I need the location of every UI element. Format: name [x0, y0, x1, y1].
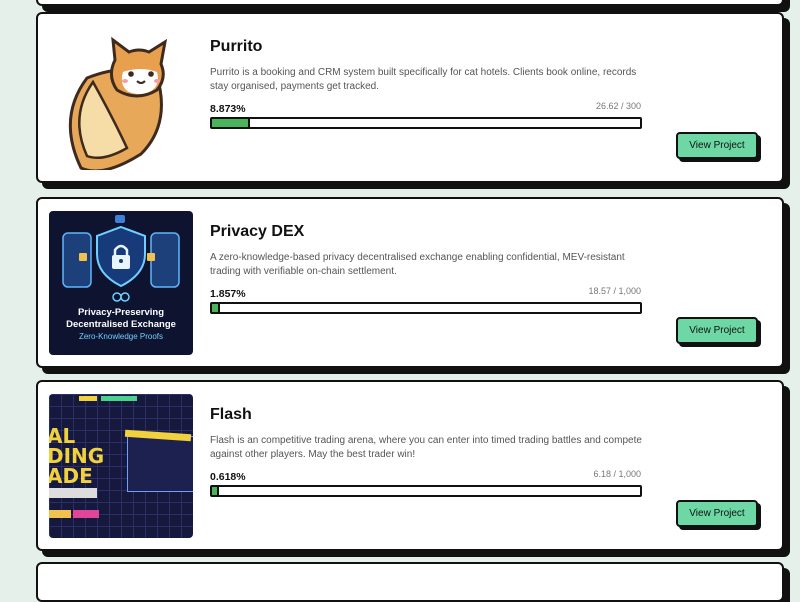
- flash-headline-1: AL: [49, 424, 76, 448]
- image-caption-line3: Zero-Knowledge Proofs: [78, 332, 164, 341]
- funding-percent: 8.873%: [210, 103, 246, 115]
- project-card-purrito: Purrito Purrito is a booking and CRM sys…: [36, 12, 784, 183]
- funding-amount: 6.18 / 1,000: [593, 469, 641, 479]
- project-title: Purrito: [210, 38, 263, 55]
- funding-progress-fill: [212, 487, 219, 495]
- funding-amount: 18.57 / 1,000: [588, 286, 641, 296]
- funding-progress-bar: [210, 485, 642, 497]
- funding-percent: 0.618%: [210, 471, 246, 483]
- project-card-flash: AL DING ADE Flash Flash is an competitiv…: [36, 380, 784, 551]
- funding-progress-fill: [212, 304, 220, 312]
- project-title: Privacy DEX: [210, 223, 305, 240]
- flash-headline-3: ADE: [49, 464, 93, 488]
- project-description: Purrito is a booking and CRM system buil…: [210, 67, 637, 92]
- project-card-previous: [36, 0, 784, 6]
- funding-amount: 26.62 / 300: [595, 101, 641, 111]
- flash-headline-2: DING: [49, 444, 105, 468]
- funding-progress-bar: [210, 117, 642, 129]
- view-project-button[interactable]: View Project: [676, 132, 758, 159]
- funding-percent: 1.857%: [210, 288, 246, 300]
- project-description: Flash is an competitive trading arena, w…: [210, 435, 642, 460]
- project-description: A zero-knowledge-based privacy decentral…: [210, 252, 625, 277]
- image-caption-line2: Decentralised Exchange: [66, 319, 176, 330]
- flash-image: AL DING ADE: [49, 394, 193, 538]
- privacy-dex-image: Privacy-Preserving Decentralised Exchang…: [49, 211, 193, 355]
- purrito-image: [49, 26, 193, 170]
- view-project-button[interactable]: View Project: [676, 500, 758, 527]
- image-caption-line1: Privacy-Preserving: [77, 307, 165, 318]
- cat-burrito-icon: [68, 36, 168, 170]
- view-project-button[interactable]: View Project: [676, 317, 758, 344]
- project-card-privacy-dex: Privacy-Preserving Decentralised Exchang…: [36, 197, 784, 368]
- project-card-next: [36, 562, 784, 602]
- project-title: Flash: [210, 406, 252, 423]
- funding-progress-fill: [212, 119, 250, 127]
- funding-progress-bar: [210, 302, 642, 314]
